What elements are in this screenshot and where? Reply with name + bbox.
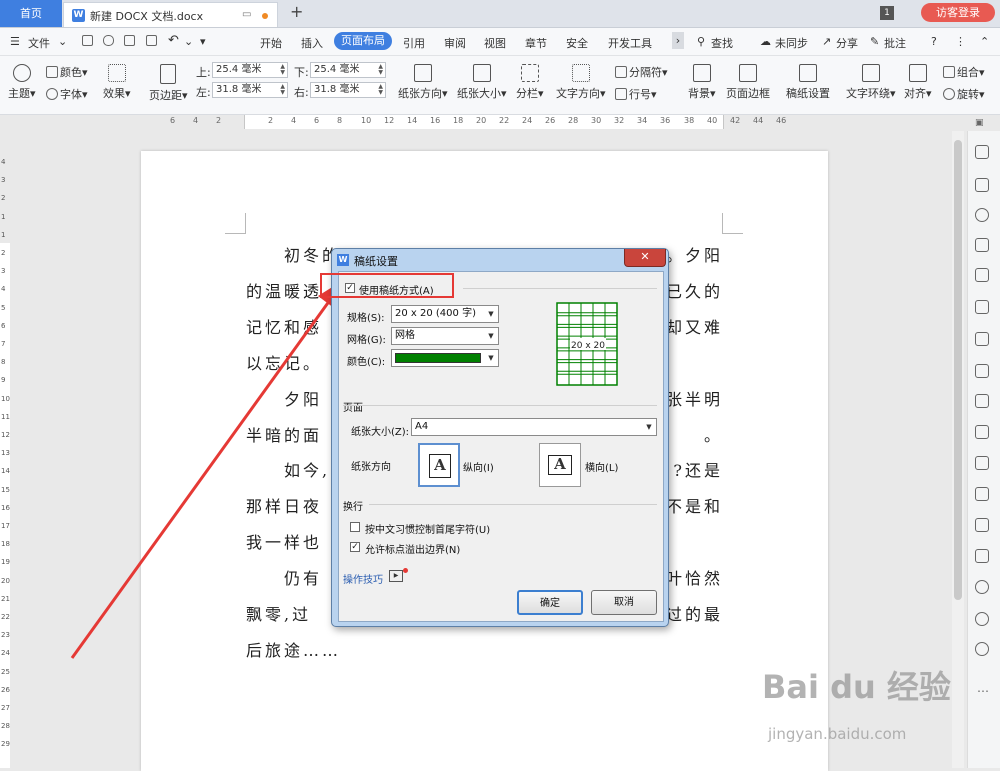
dialog-body: ✓ 使用稿纸方式(A) 规格(S): 20 x 20 (400 字) ▼ 网格(G… xyxy=(338,271,664,622)
spec-select-chevron-icon: ▼ xyxy=(488,310,494,318)
color-select-chevron-icon: ▼ xyxy=(488,354,494,362)
dialog-close-button[interactable]: ✕ xyxy=(624,249,666,267)
wrap-section-divider xyxy=(369,504,657,505)
cancel-button[interactable]: 取消 xyxy=(591,590,657,615)
tips-link[interactable]: 操作技巧 xyxy=(343,571,383,586)
wrap-section-label: 换行 xyxy=(343,502,363,513)
allow-punct-checkbox[interactable]: ✓ xyxy=(350,542,360,552)
manuscript-preview: 20 x 20 xyxy=(556,302,618,386)
new-badge-dot xyxy=(403,568,408,573)
portrait-label[interactable]: 纵向(I) xyxy=(463,459,494,474)
chinese-control-checkbox[interactable] xyxy=(350,522,360,532)
landscape-option[interactable]: A xyxy=(539,443,581,487)
spec-label: 规格(S): xyxy=(347,313,385,324)
page-section-label: 页面 xyxy=(343,403,363,414)
spec-select[interactable]: 20 x 20 (400 字) ▼ xyxy=(391,305,499,323)
grid-label: 网格(G): xyxy=(347,335,386,346)
grid-select-chevron-icon: ▼ xyxy=(488,332,494,340)
grid-select-value: 网格 xyxy=(395,330,415,341)
paper-size-select-value: A4 xyxy=(415,421,429,432)
color-select[interactable]: ▼ xyxy=(391,349,499,367)
allow-punct-label[interactable]: 允许标点溢出边界(N) xyxy=(365,541,460,556)
chinese-control-label[interactable]: 按中文习惯控制首尾字符(U) xyxy=(365,521,490,536)
video-tips-icon[interactable]: ▶ xyxy=(389,570,403,582)
baidu-watermark: Bai du 经验 xyxy=(762,668,951,706)
spec-select-value: 20 x 20 (400 字) xyxy=(395,308,476,319)
color-swatch xyxy=(395,353,481,363)
landscape-label[interactable]: 横向(L) xyxy=(585,459,618,474)
section-divider xyxy=(463,288,657,289)
baidu-watermark-url: jingyan.baidu.com xyxy=(768,725,907,743)
landscape-a-icon: A xyxy=(548,455,572,475)
color-label: 颜色(C): xyxy=(347,357,386,368)
portrait-option[interactable]: A xyxy=(418,443,460,487)
preview-label: 20 x 20 xyxy=(571,341,605,351)
manuscript-settings-dialog: W 稿纸设置 ✕ ✓ 使用稿纸方式(A) 规格(S): 20 x 20 (400… xyxy=(331,248,669,627)
portrait-a-icon: A xyxy=(429,454,451,478)
dialog-app-icon: W xyxy=(337,254,349,266)
annotation-arrow-shaft xyxy=(70,299,332,659)
ok-button[interactable]: 确定 xyxy=(517,590,583,615)
paper-size-select[interactable]: A4 ▼ xyxy=(411,418,657,436)
page-section-divider xyxy=(343,405,657,406)
paper-size-select-chevron-icon: ▼ xyxy=(646,423,652,431)
annotation-highlight-box xyxy=(320,273,454,298)
paper-orientation-label: 纸张方向 xyxy=(351,462,391,473)
grid-select[interactable]: 网格 ▼ xyxy=(391,327,499,345)
dialog-title: 稿纸设置 xyxy=(354,255,398,268)
paper-size-label: 纸张大小(Z): xyxy=(351,427,410,438)
